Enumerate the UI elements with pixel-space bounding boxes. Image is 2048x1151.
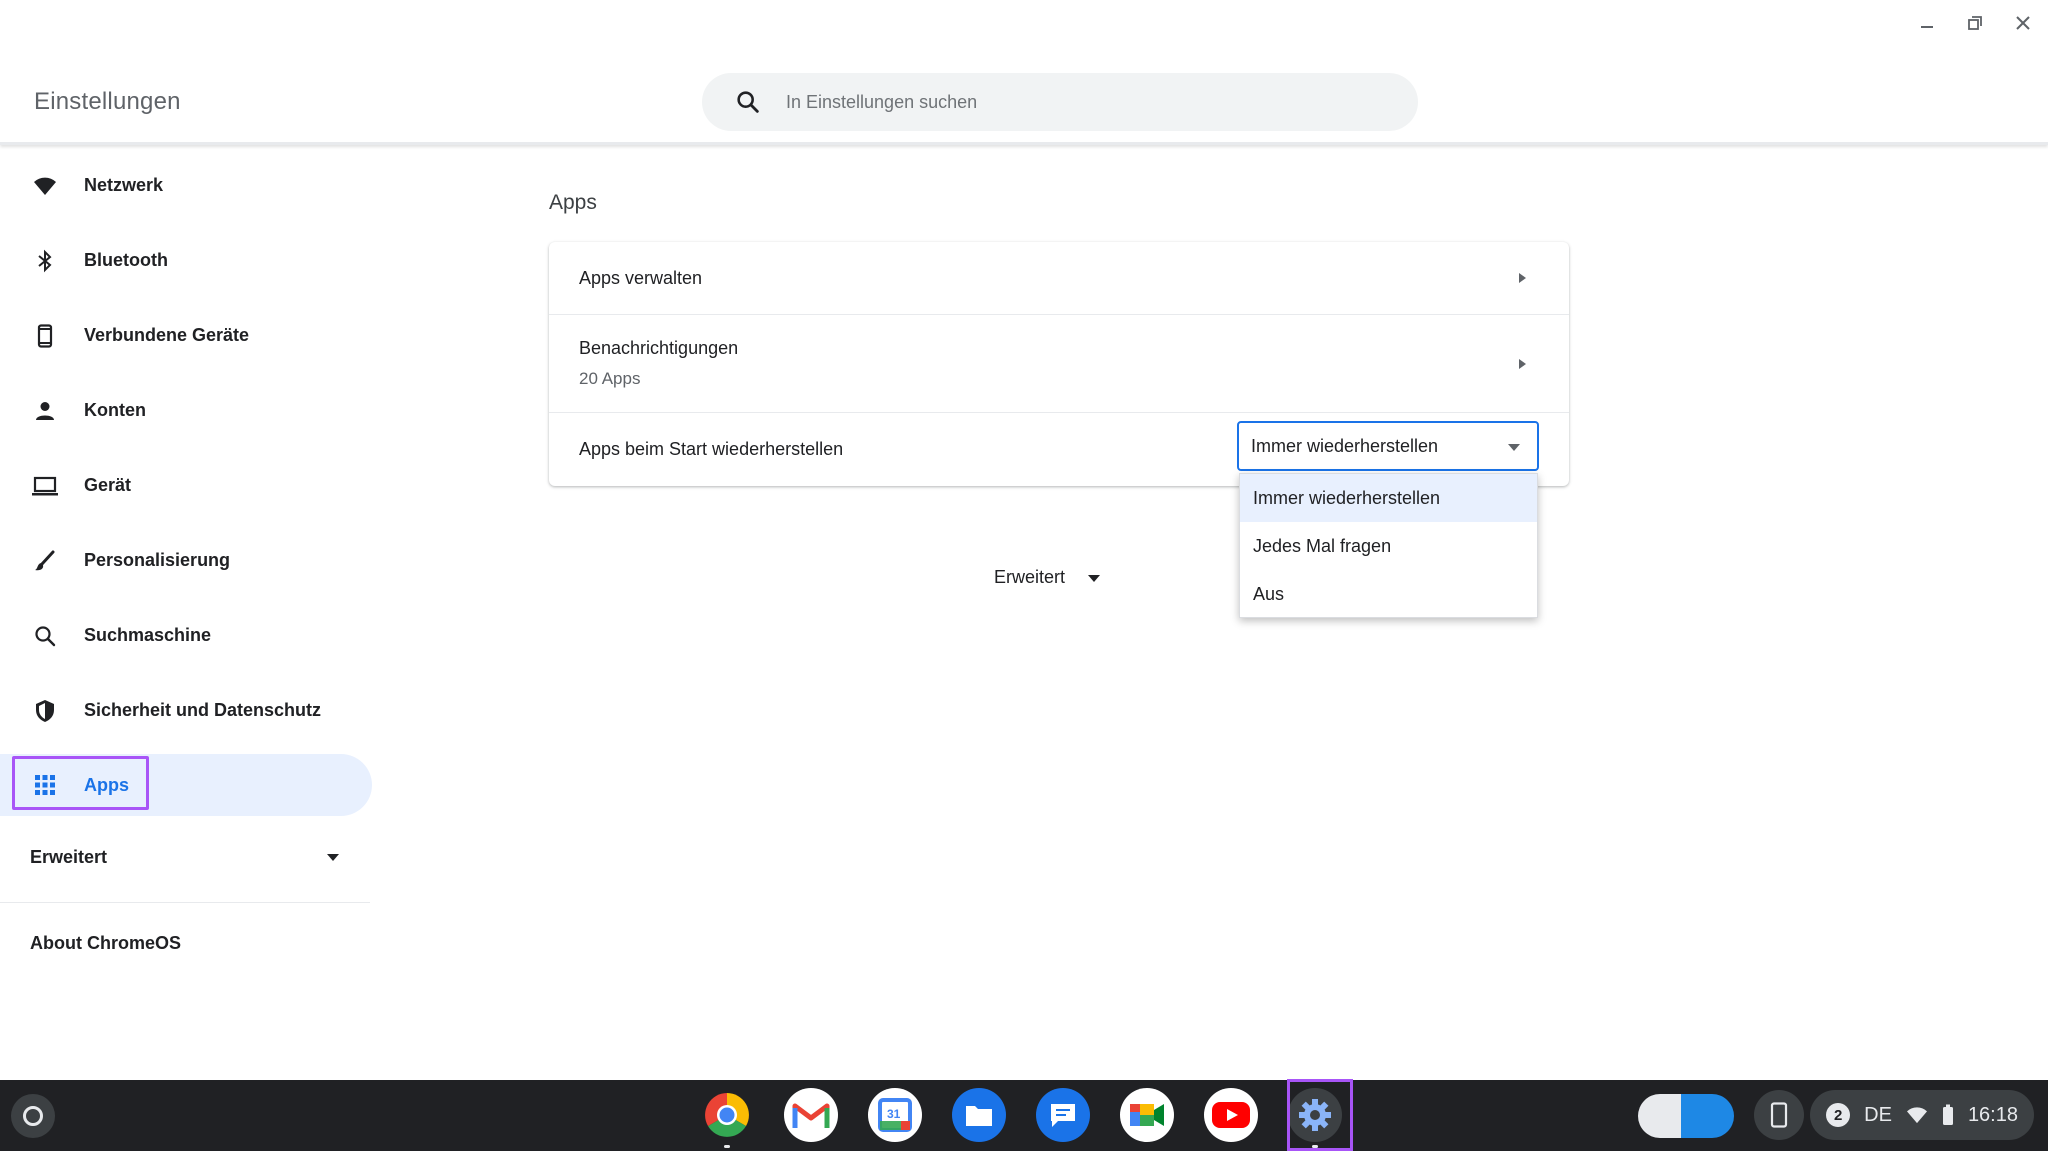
notifications-row[interactable]: Benachrichtigungen 20 Apps — [549, 314, 1569, 412]
sidebar: Netzwerk Bluetooth Verbundene Geräte Kon… — [0, 148, 380, 983]
manage-apps-row[interactable]: Apps verwalten — [549, 242, 1569, 314]
messages-icon[interactable] — [1036, 1088, 1090, 1142]
sidebar-advanced-toggle[interactable]: Erweitert — [0, 822, 370, 892]
restore-apps-select[interactable]: Immer wiederherstellen — [1237, 421, 1539, 471]
section-title: Apps — [549, 191, 597, 214]
chevron-right-icon — [1519, 358, 1526, 369]
holding-space-icon[interactable] — [1638, 1094, 1734, 1138]
notification-count-badge: 2 — [1826, 1103, 1851, 1127]
person-icon — [30, 396, 60, 426]
restore-apps-select-value: Immer wiederherstellen — [1251, 435, 1439, 456]
window-controls — [1914, 10, 2036, 36]
sidebar-item-suchmaschine[interactable]: Suchmaschine — [0, 598, 380, 673]
sidebar-item-label: Sicherheit und Datenschutz — [84, 700, 322, 720]
sidebar-item-label: Bluetooth — [84, 250, 168, 270]
battery-icon — [1942, 1104, 1953, 1125]
sidebar-item-label: Netzwerk — [84, 175, 164, 195]
chevron-right-icon — [1519, 273, 1526, 283]
sidebar-item-label: Konten — [84, 400, 146, 420]
search-input[interactable] — [786, 91, 1346, 113]
wifi-icon — [30, 171, 60, 201]
shelf: 31 2 DE 16:18 — [0, 1080, 2048, 1151]
shield-icon — [30, 696, 60, 726]
sidebar-item-label: Personalisierung — [84, 550, 231, 570]
launcher-icon — [23, 1106, 43, 1126]
sidebar-advanced-label: Erweitert — [30, 846, 108, 867]
wifi-icon — [1906, 1107, 1927, 1124]
sidebar-item-bluetooth[interactable]: Bluetooth — [0, 223, 380, 298]
dropdown-option[interactable]: Aus — [1240, 570, 1537, 618]
sidebar-item-sicherheit[interactable]: Sicherheit und Datenschutz — [0, 673, 380, 748]
clock: 16:18 — [1967, 1103, 2018, 1126]
sidebar-item-konten[interactable]: Konten — [0, 373, 380, 448]
status-tray[interactable]: 2 DE 16:18 — [1810, 1090, 2034, 1140]
sidebar-item-label: Suchmaschine — [84, 625, 212, 645]
main-advanced-toggle[interactable]: Erweitert — [994, 567, 1101, 588]
apps-highlight-box — [12, 756, 149, 810]
restore-apps-dropdown: Immer wiederherstellen Jedes Mal fragen … — [1239, 473, 1538, 618]
main-advanced-label: Erweitert — [994, 567, 1066, 587]
page-title: Einstellungen — [34, 88, 181, 115]
restore-apps-label: Apps beim Start wiederherstellen — [579, 439, 844, 459]
calendar-icon[interactable]: 31 — [868, 1088, 922, 1142]
running-indicator — [724, 1145, 730, 1148]
youtube-icon[interactable] — [1204, 1088, 1258, 1142]
notifications-label: Benachrichtigungen — [579, 338, 739, 358]
manage-apps-label: Apps verwalten — [579, 267, 703, 288]
chevron-down-icon — [1508, 444, 1520, 451]
notifications-sublabel: 20 Apps — [579, 369, 641, 388]
gmail-icon[interactable] — [784, 1088, 838, 1142]
sidebar-item-verbundene-geraete[interactable]: Verbundene Geräte — [0, 298, 380, 373]
sidebar-item-label: Verbundene Geräte — [84, 325, 250, 345]
sidebar-item-geraet[interactable]: Gerät — [0, 448, 380, 523]
phone-icon — [30, 321, 60, 351]
bluetooth-icon — [30, 246, 60, 276]
files-icon[interactable] — [952, 1088, 1006, 1142]
phone-hub-icon[interactable] — [1754, 1090, 1804, 1140]
sidebar-item-personalisierung[interactable]: Personalisierung — [0, 523, 380, 598]
search-bar[interactable] — [702, 73, 1418, 131]
launcher-button[interactable] — [11, 1094, 55, 1138]
chevron-down-icon — [1088, 574, 1101, 582]
laptop-icon — [30, 471, 60, 501]
sidebar-item-about[interactable]: About ChromeOS — [0, 903, 380, 983]
sidebar-item-netzwerk[interactable]: Netzwerk — [0, 148, 380, 223]
settings-highlight-box — [1287, 1079, 1353, 1151]
dropdown-option[interactable]: Jedes Mal fragen — [1240, 522, 1537, 570]
chrome-icon[interactable] — [700, 1088, 754, 1148]
keyboard-layout-label: DE — [1864, 1103, 1892, 1126]
minimize-icon[interactable] — [1914, 10, 1940, 36]
settings-header: Einstellungen — [0, 0, 2048, 145]
chevron-down-icon — [327, 854, 339, 861]
search-icon — [737, 91, 759, 113]
brush-icon — [30, 546, 60, 576]
svg-text:31: 31 — [887, 1107, 901, 1121]
search-icon — [30, 621, 60, 651]
restore-icon[interactable] — [1962, 10, 1988, 36]
meet-icon[interactable] — [1120, 1088, 1174, 1142]
sidebar-item-label: Gerät — [84, 475, 132, 495]
shelf-apps: 31 — [700, 1088, 1342, 1148]
close-icon[interactable] — [2010, 10, 2036, 36]
dropdown-option[interactable]: Immer wiederherstellen — [1240, 474, 1537, 522]
